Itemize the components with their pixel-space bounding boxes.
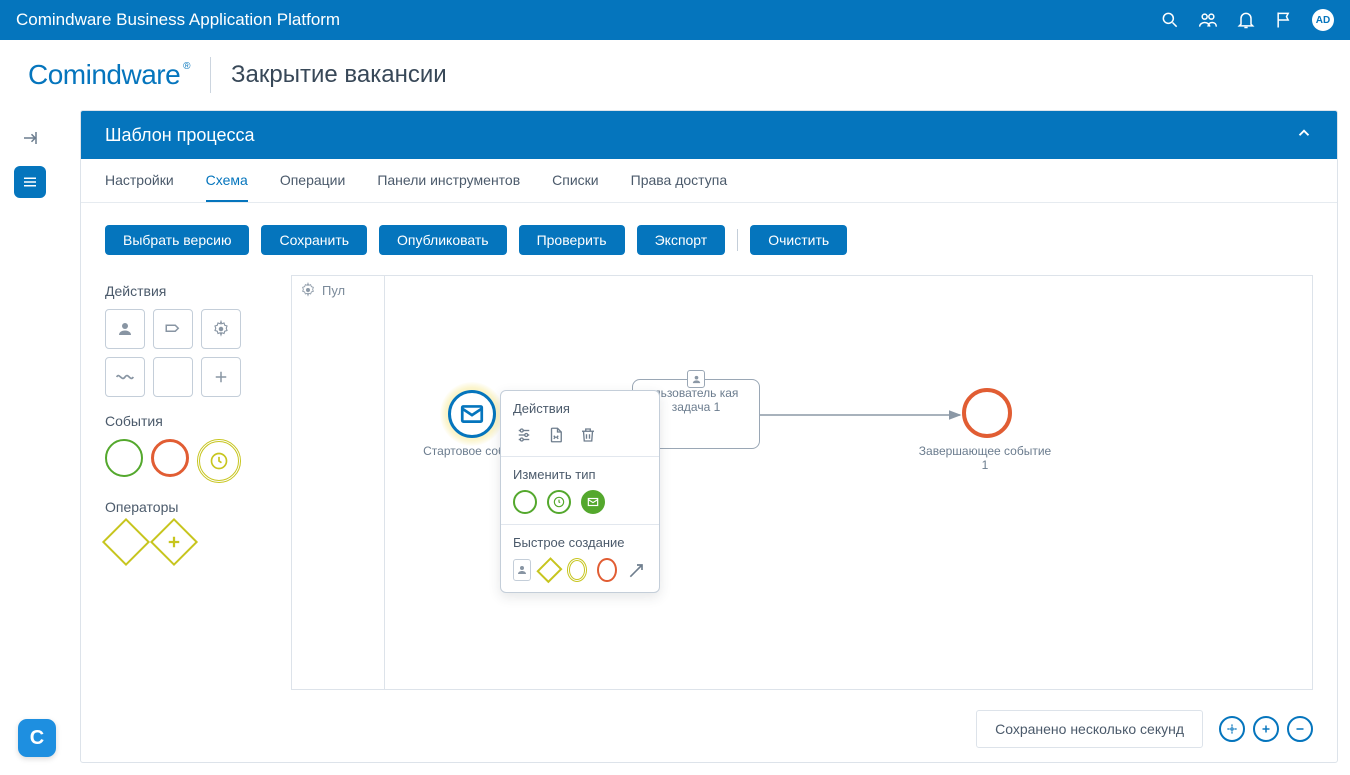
ctx-type-none[interactable] — [513, 490, 537, 514]
tab-operations[interactable]: Операции — [280, 159, 346, 202]
collapse-panel-icon[interactable] — [1295, 124, 1313, 147]
tab-permissions[interactable]: Права доступа — [631, 159, 727, 202]
end-event-label: Завершающее событие1 — [910, 444, 1060, 472]
palette-user-task[interactable] — [105, 309, 145, 349]
tab-settings[interactable]: Настройки — [105, 159, 174, 202]
ctx-script-icon[interactable] — [545, 424, 567, 446]
palette-wave-task[interactable] — [105, 357, 145, 397]
sequence-flow-arrow[interactable] — [760, 409, 970, 423]
publish-button[interactable]: Опубликовать — [379, 225, 507, 255]
header-divider — [210, 57, 211, 93]
palette-blank[interactable] — [153, 357, 193, 397]
select-version-button[interactable]: Выбрать версию — [105, 225, 249, 255]
people-icon[interactable] — [1198, 10, 1218, 30]
ctx-changetype-title: Изменить тип — [513, 467, 647, 482]
app-badge[interactable]: C — [18, 719, 56, 757]
clear-button[interactable]: Очистить — [750, 225, 847, 255]
palette-events-header: События — [105, 413, 275, 429]
palette-end-event[interactable] — [151, 439, 189, 477]
check-button[interactable]: Проверить — [519, 225, 625, 255]
app-title: Comindware Business Application Platform — [16, 10, 1160, 30]
palette-gateway[interactable] — [102, 518, 150, 566]
ctx-type-timer[interactable] — [547, 490, 571, 514]
lane-separator — [384, 276, 385, 689]
save-status: Сохранено несколько секунд — [976, 710, 1203, 748]
ctx-create-gateway[interactable] — [536, 557, 562, 583]
start-event-label: Стартовое соб — [416, 444, 512, 458]
end-event-node[interactable] — [962, 388, 1012, 438]
ctx-create-intermediate[interactable] — [567, 558, 587, 582]
search-icon[interactable] — [1160, 10, 1180, 30]
breadcrumb: Закрытие вакансии — [231, 61, 447, 89]
tab-scheme[interactable]: Схема — [206, 159, 248, 202]
menu-button[interactable] — [14, 166, 46, 198]
node-context-menu: Действия Изменить тип — [500, 390, 660, 593]
bell-icon[interactable] — [1236, 10, 1256, 30]
ctx-delete-icon[interactable] — [577, 424, 599, 446]
diagram-canvas[interactable]: Пул Стартовое соб льзователь кая задача … — [291, 275, 1313, 690]
palette-operators-header: Операторы — [105, 499, 275, 515]
palette-gear-task[interactable] — [201, 309, 241, 349]
export-button[interactable]: Экспорт — [637, 225, 726, 255]
avatar[interactable]: AD — [1312, 9, 1334, 31]
flag-icon[interactable] — [1274, 10, 1294, 30]
tab-lists[interactable]: Списки — [552, 159, 598, 202]
palette-service-task[interactable] — [153, 309, 193, 349]
ctx-actions-title: Действия — [513, 401, 647, 416]
ctx-create-end[interactable] — [597, 558, 617, 582]
ctx-quickcreate-title: Быстрое создание — [513, 535, 647, 550]
expand-sidebar-button[interactable] — [14, 122, 46, 154]
palette-timer-event[interactable] — [197, 439, 241, 483]
ctx-create-task[interactable] — [513, 559, 531, 581]
save-button[interactable]: Сохранить — [261, 225, 367, 255]
pool-label[interactable]: Пул — [300, 282, 345, 298]
palette-start-event[interactable] — [105, 439, 143, 477]
zoom-in-button[interactable] — [1253, 716, 1279, 742]
panel-title: Шаблон процесса — [105, 125, 255, 146]
ctx-create-flow[interactable] — [627, 559, 647, 581]
palette-actions-header: Действия — [105, 283, 275, 299]
zoom-out-button[interactable] — [1287, 716, 1313, 742]
button-separator — [737, 229, 738, 251]
zoom-fit-button[interactable] — [1219, 716, 1245, 742]
tab-toolbars[interactable]: Панели инструментов — [377, 159, 520, 202]
ctx-type-message[interactable] — [581, 490, 605, 514]
palette-plus[interactable] — [201, 357, 241, 397]
start-event-node[interactable] — [448, 390, 496, 438]
user-task-icon — [687, 370, 705, 388]
logo: Comindware® — [28, 59, 190, 91]
ctx-settings-icon[interactable] — [513, 424, 535, 446]
palette-gateway-plus[interactable] — [150, 518, 198, 566]
